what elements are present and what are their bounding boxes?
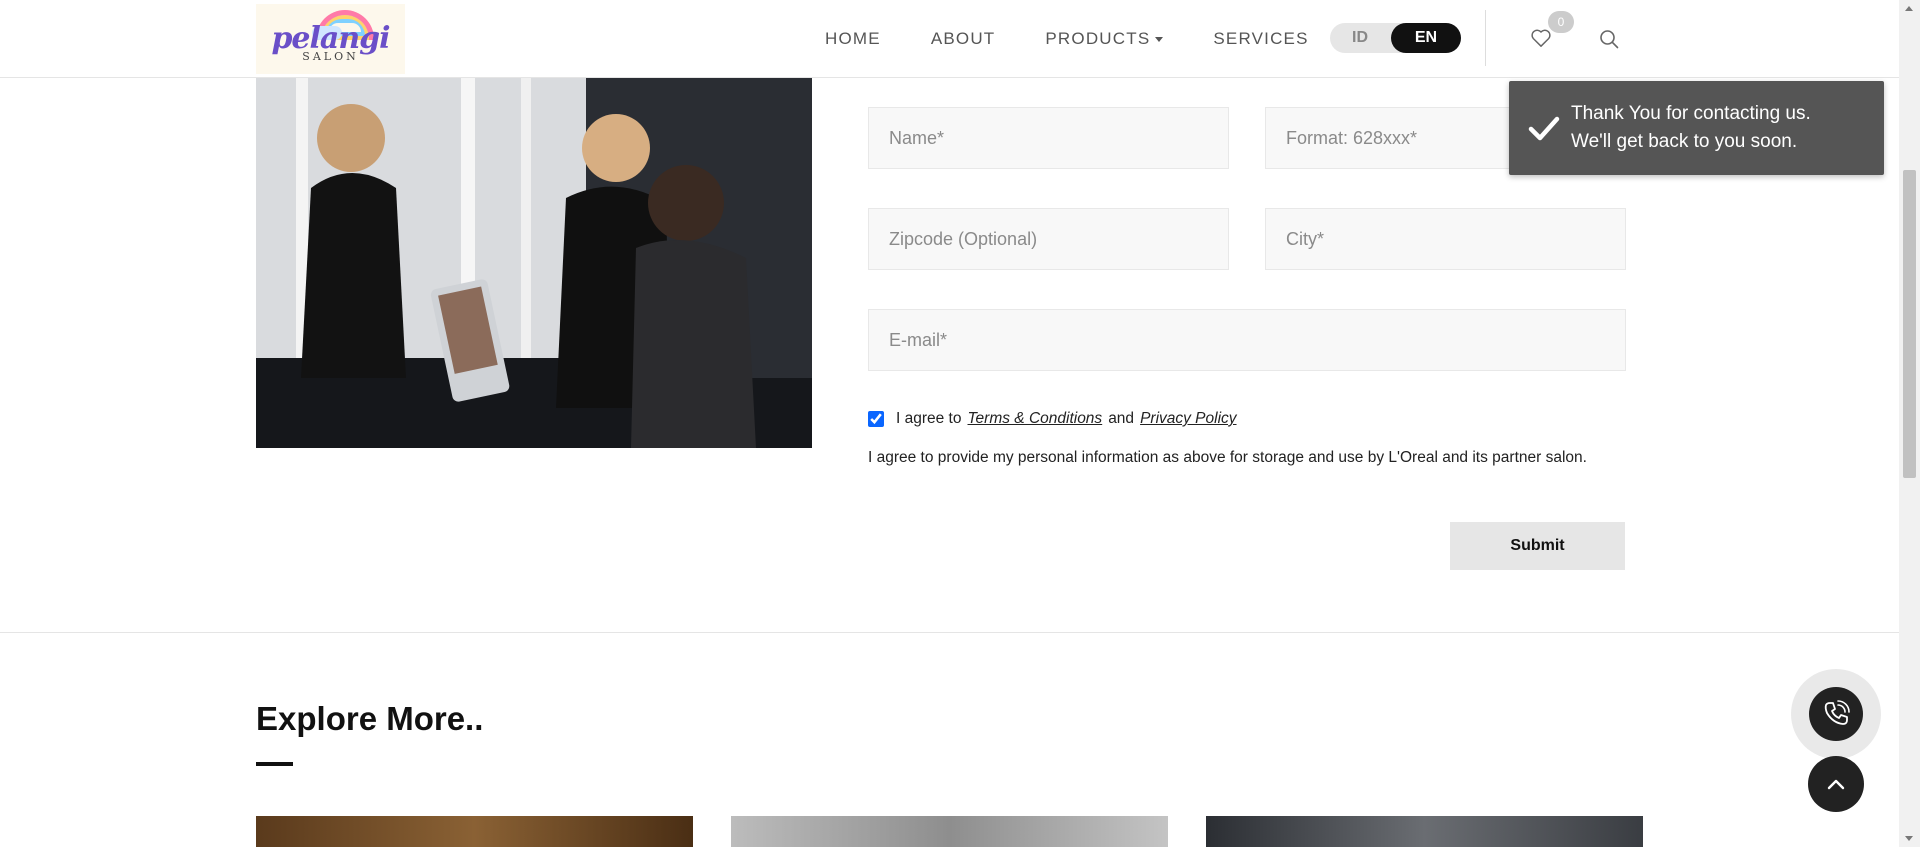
success-toast[interactable]: Thank You for contacting us. We'll get b…: [1509, 81, 1884, 175]
site-header: pelangi SALON HOME ABOUT PRODUCTS SERVIC…: [0, 0, 1899, 78]
brand-sub: SALON: [302, 50, 359, 63]
chevron-down-icon: [1155, 36, 1164, 42]
brand-logo[interactable]: pelangi SALON: [256, 4, 405, 74]
email-field[interactable]: [868, 309, 1626, 371]
scroll-up-arrow[interactable]: [1905, 6, 1913, 11]
agree-prefix: I agree to: [896, 410, 962, 427]
explore-card[interactable]: [256, 816, 693, 847]
call-button-inner: [1809, 687, 1863, 741]
title-underline: [256, 762, 293, 766]
toast-line-1: Thank You for contacting us.: [1571, 103, 1811, 124]
salon-photo: [256, 78, 812, 448]
language-toggle[interactable]: ID EN: [1330, 23, 1461, 53]
privacy-link[interactable]: Privacy Policy: [1140, 410, 1236, 428]
lang-option-id[interactable]: ID: [1330, 29, 1390, 47]
call-button[interactable]: [1791, 669, 1881, 759]
nav-item-about[interactable]: ABOUT: [931, 29, 996, 49]
chevron-up-icon: [1827, 779, 1845, 790]
terms-link[interactable]: Terms & Conditions: [968, 410, 1103, 428]
header-divider: [1485, 10, 1486, 66]
nav-item-products[interactable]: PRODUCTS: [1045, 29, 1164, 49]
page-scrollbar[interactable]: [1899, 0, 1920, 847]
consent-text: I agree to provide my personal informati…: [868, 449, 1587, 466]
wishlist-count-badge: 0: [1548, 11, 1574, 33]
nav-item-home[interactable]: HOME: [825, 29, 881, 49]
city-field[interactable]: [1265, 208, 1626, 270]
terms-agreement: I agree to Terms & Conditions and Privac…: [868, 410, 1243, 428]
nav-item-services[interactable]: SERVICES: [1213, 29, 1308, 49]
checkmark-icon: [1528, 116, 1560, 141]
explore-title: Explore More..: [256, 700, 484, 737]
name-field[interactable]: [868, 107, 1229, 169]
section-divider: [0, 632, 1899, 633]
back-to-top-button[interactable]: [1808, 756, 1864, 812]
agree-checkbox[interactable]: [868, 411, 884, 427]
scrollbar-thumb[interactable]: [1903, 170, 1916, 478]
toast-line-2: We'll get back to you soon.: [1571, 131, 1798, 152]
zipcode-field[interactable]: [868, 208, 1229, 270]
toast-message: Thank You for contacting us. We'll get b…: [1571, 100, 1871, 156]
lang-option-en[interactable]: EN: [1391, 23, 1461, 53]
submit-button[interactable]: Submit: [1450, 522, 1625, 570]
main-nav: HOME ABOUT PRODUCTS SERVICES: [825, 0, 1359, 78]
explore-card[interactable]: [1206, 816, 1643, 847]
heart-icon[interactable]: [1530, 28, 1552, 48]
explore-card[interactable]: [731, 816, 1168, 847]
nav-item-products-label: PRODUCTS: [1045, 29, 1151, 48]
phone-icon: [1824, 700, 1850, 725]
agree-and: and: [1108, 410, 1135, 427]
search-icon[interactable]: [1599, 29, 1619, 49]
scroll-down-arrow[interactable]: [1905, 836, 1913, 841]
